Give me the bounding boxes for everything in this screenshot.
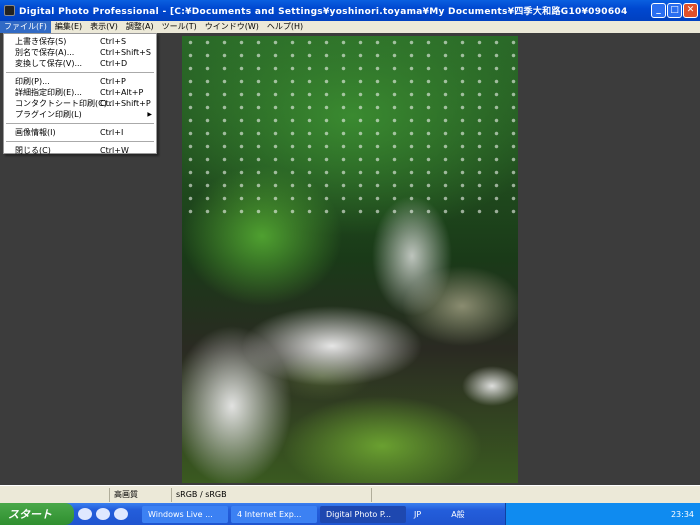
menu-bar: ファイル(F) 編集(E) 表示(V) 調整(A) ツール(T) ウインドウ(W… <box>0 21 700 33</box>
label: 閉じる(C) <box>15 146 51 155</box>
label: プラグイン印刷(L) <box>15 110 82 119</box>
submenu-arrow-icon: ▶ <box>147 111 152 118</box>
ime-mode[interactable]: A般 <box>451 509 464 520</box>
label: 詳細指定印刷(E)... <box>15 88 82 97</box>
menu-help[interactable]: ヘルプ(H) <box>263 21 307 33</box>
menu-file[interactable]: ファイル(F) <box>0 21 51 33</box>
status-bar: 高画質 sRGB / sRGB <box>0 485 700 503</box>
start-label: スタート <box>8 508 52 521</box>
shortcut: Ctrl+S <box>100 37 127 46</box>
menu-item-print[interactable]: 印刷(P)... Ctrl+P <box>4 76 156 87</box>
menu-item-save[interactable]: 上書き保存(S) Ctrl+S <box>4 36 156 47</box>
close-button[interactable]: ✕ <box>683 3 698 18</box>
start-button[interactable]: スタート <box>0 503 74 525</box>
menu-view[interactable]: 表示(V) <box>86 21 122 33</box>
menu-separator <box>6 123 154 124</box>
label: 変換して保存(V)... <box>15 59 83 68</box>
menu-item-plugin-print[interactable]: プラグイン印刷(L) ▶ <box>4 109 156 120</box>
task-digital-photo-professional[interactable]: Digital Photo P... <box>320 505 406 523</box>
label: 印刷(P)... <box>15 77 50 86</box>
task-windows-live[interactable]: Windows Live ... <box>142 505 228 523</box>
shortcut: Ctrl+I <box>100 128 124 137</box>
desktop-quicklaunch-icon[interactable] <box>114 508 128 520</box>
menu-item-detailed-print[interactable]: 詳細指定印刷(E)... Ctrl+Alt+P <box>4 87 156 98</box>
status-color-space: sRGB / sRGB <box>172 487 372 502</box>
status-quality: 高画質 <box>110 487 172 502</box>
shortcut: Ctrl+Shift+S <box>100 48 151 57</box>
label: 上書き保存(S) <box>15 37 67 46</box>
shortcut: Ctrl+Alt+P <box>100 88 144 97</box>
menu-tools[interactable]: ツール(T) <box>158 21 201 33</box>
menu-item-close[interactable]: 閉じる(C) Ctrl+W <box>4 145 156 156</box>
menu-item-image-info[interactable]: 画像情報(I) Ctrl+I <box>4 127 156 138</box>
label: 画像情報(I) <box>15 128 56 137</box>
app-icon <box>4 5 15 16</box>
minimize-button[interactable]: _ <box>651 3 666 18</box>
ime-language[interactable]: JP <box>414 510 421 519</box>
ie-quicklaunch-icon[interactable] <box>78 508 92 520</box>
media-quicklaunch-icon[interactable] <box>96 508 110 520</box>
label: 別名で保存(A)... <box>15 48 75 57</box>
menu-item-contact-sheet[interactable]: コンタクトシート印刷(C)... Ctrl+Shift+P <box>4 98 156 109</box>
window-title: Digital Photo Professional - [C:¥Documen… <box>19 7 629 17</box>
maximize-button[interactable]: □ <box>667 3 682 18</box>
shortcut: Ctrl+W <box>100 146 129 155</box>
title-bar: Digital Photo Professional - [C:¥Documen… <box>0 0 700 21</box>
menu-edit[interactable]: 編集(E) <box>51 21 86 33</box>
menu-adjust[interactable]: 調整(A) <box>122 21 158 33</box>
system-tray: 23:34 <box>505 503 700 525</box>
task-internet-explorer[interactable]: 4 Internet Exp... <box>231 505 317 523</box>
label: コンタクトシート印刷(C)... <box>15 99 115 108</box>
photo-waterfall <box>182 36 518 483</box>
status-cell <box>0 487 110 502</box>
menu-separator <box>6 141 154 142</box>
menu-item-save-as[interactable]: 別名で保存(A)... Ctrl+Shift+S <box>4 47 156 58</box>
menu-item-convert-save[interactable]: 変換して保存(V)... Ctrl+D <box>4 58 156 69</box>
menu-separator <box>6 72 154 73</box>
menu-window[interactable]: ウインドウ(W) <box>201 21 263 33</box>
shortcut: Ctrl+Shift+P <box>100 99 151 108</box>
taskbar: スタート Windows Live ... 4 Internet Exp... … <box>0 503 700 525</box>
clock[interactable]: 23:34 <box>671 510 694 519</box>
shortcut: Ctrl+D <box>100 59 128 68</box>
shortcut: Ctrl+P <box>100 77 126 86</box>
file-menu-dropdown: 上書き保存(S) Ctrl+S 別名で保存(A)... Ctrl+Shift+S 変… <box>3 33 157 156</box>
